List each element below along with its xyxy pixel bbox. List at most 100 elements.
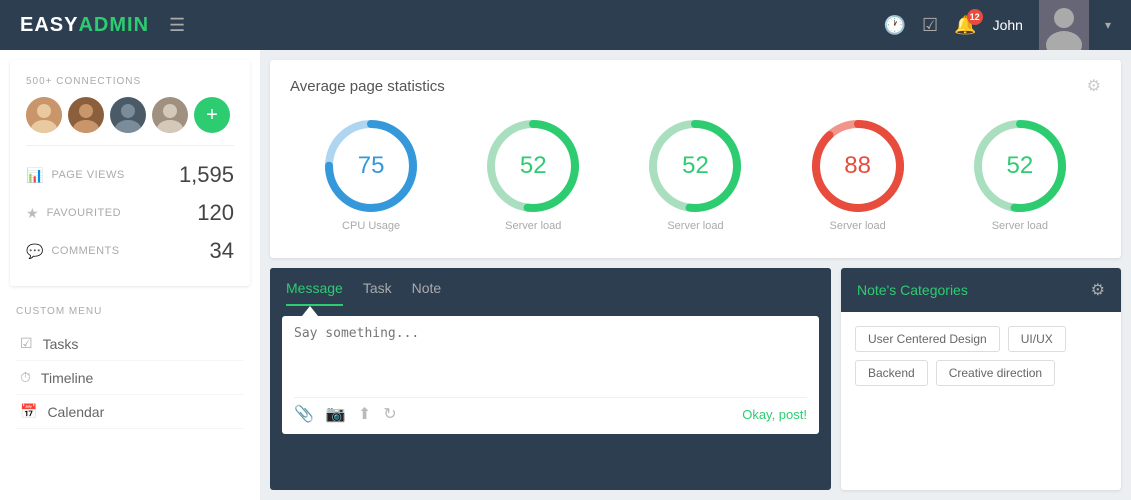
notes-gear-icon[interactable]: ⚙ [1091,280,1105,300]
favourited-value: 120 [197,200,234,226]
message-body: 📎 📷 ⬆ ↻ Okay, post! [270,306,831,446]
header-right: 🕐 ☑ 🔔 12 John ▾ [884,0,1111,50]
donut-label-4: Server load [992,220,1048,232]
avatar-3[interactable] [110,97,146,133]
calendar-menu-icon: 📅 [20,403,37,420]
calendar-menu-label: Calendar [47,404,104,420]
comment-icon: 💬 [26,243,43,260]
donut-label-1: Server load [505,220,561,232]
notification-badge: 12 [967,9,983,25]
donut-container-1: 52 [483,116,583,216]
tab-note[interactable]: Note [412,280,442,306]
notes-title: Note's Categories [857,282,968,298]
content-area: Average page statistics ⚙ 75 CPU Usage [260,50,1131,500]
donut-container-0: 75 [321,116,421,216]
stats-card: Average page statistics ⚙ 75 CPU Usage [270,60,1121,258]
donut-value-3: 88 [844,152,871,179]
dropdown-chevron[interactable]: ▾ [1105,18,1111,32]
note-tag-1[interactable]: UI/UX [1008,326,1066,352]
sidebar-item-tasks[interactable]: ☑ Tasks [16,327,244,361]
message-arrow [302,306,318,316]
message-card: Message Task Note 📎 📷 ⬆ ↻ [270,268,831,490]
refresh-icon[interactable]: ↻ [383,404,396,424]
tasks-menu-label: Tasks [43,336,79,352]
donut-container-2: 52 [645,116,745,216]
logo-easy: EASY [20,14,78,37]
bottom-row: Message Task Note 📎 📷 ⬆ ↻ [270,268,1121,490]
message-actions: 📎 📷 ⬆ ↻ Okay, post! [294,397,807,424]
donut-value-2: 52 [682,152,709,179]
message-tabs: Message Task Note [270,268,831,306]
donut-value-0: 75 [358,152,385,179]
username: John [993,17,1023,33]
chart-item-2: 52 Server load [645,116,745,232]
tasks-icon[interactable]: ☑ [922,15,938,36]
tab-task[interactable]: Task [363,280,392,306]
notifications-icon[interactable]: 🔔 12 [954,15,976,36]
donut-label-2: Server load [667,220,723,232]
favourited-label: FAVOURITED [47,207,121,219]
connections-label: 500+ CONNECTIONS [26,76,234,87]
history-icon[interactable]: 🕐 [884,15,906,36]
avatar-4[interactable] [152,97,188,133]
notes-body: User Centered Design UI/UX Backend Creative… [841,312,1121,400]
timeline-menu-icon: ⏱ [20,369,31,386]
donut-center-3: 88 [844,154,871,178]
note-tag-2[interactable]: Backend [855,360,928,386]
note-tag-0[interactable]: User Centered Design [855,326,1000,352]
comments-value: 34 [210,238,234,264]
page-views-stat: 📊 PAGE VIEWS 1,595 [26,156,234,194]
message-action-icons: 📎 📷 ⬆ ↻ [294,404,397,424]
note-tag-3[interactable]: Creative direction [936,360,1055,386]
avatar-1[interactable] [26,97,62,133]
camera-icon[interactable]: 📷 [326,404,346,424]
post-button[interactable]: Okay, post! [742,407,807,422]
attachment-icon[interactable]: 📎 [294,404,314,424]
page-views-value: 1,595 [179,162,234,188]
donut-value-1: 52 [520,152,547,179]
message-input[interactable] [294,326,807,386]
comments-stat: 💬 COMMENTS 34 [26,232,234,270]
donut-label-3: Server load [830,220,886,232]
donut-container-4: 52 [970,116,1070,216]
notes-card: Note's Categories ⚙ User Centered Design… [841,268,1121,490]
star-icon: ★ [26,205,39,222]
main-layout: 500+ CONNECTIONS + 📊 [0,50,1131,500]
user-avatar[interactable] [1039,0,1089,50]
hamburger-menu[interactable]: ☰ [169,15,185,36]
chart-item-4: 52 Server load [970,116,1070,232]
avatar-2[interactable] [68,97,104,133]
stats-gear-icon[interactable]: ⚙ [1087,76,1101,96]
share-icon[interactable]: ⬆ [358,404,371,424]
charts-row: 75 CPU Usage 52 Server load [290,106,1101,242]
bar-chart-icon: 📊 [26,167,43,184]
timeline-menu-label: Timeline [41,370,93,386]
avatar-row: + [26,97,234,133]
logo: EASYADMIN [20,14,149,37]
donut-container-3: 88 [808,116,908,216]
chart-item-1: 52 Server load [483,116,583,232]
page-views-label: PAGE VIEWS [51,169,124,181]
chart-item-3: 88 Server load [808,116,908,232]
comments-label: COMMENTS [51,245,119,257]
logo-admin: ADMIN [78,14,149,37]
stats-card-header: Average page statistics ⚙ [290,76,1101,96]
stats-section: 📊 PAGE VIEWS 1,595 ★ FAVOURITED 120 💬 [26,145,234,270]
sidebar-item-timeline[interactable]: ⏱ Timeline [16,361,244,395]
add-connection-button[interactable]: + [194,97,230,133]
header: EASYADMIN ☰ 🕐 ☑ 🔔 12 John ▾ [0,0,1131,50]
donut-value-4: 52 [1006,152,1033,179]
sidebar: 500+ CONNECTIONS + 📊 [0,50,260,500]
donut-center-2: 52 [682,154,709,178]
donut-center-1: 52 [520,154,547,178]
sidebar-item-calendar[interactable]: 📅 Calendar [16,395,244,429]
custom-menu-label: CUSTOM MENU [16,306,244,317]
notes-header: Note's Categories ⚙ [841,268,1121,312]
tab-message[interactable]: Message [286,280,343,306]
donut-center-4: 52 [1006,154,1033,178]
stats-card-title: Average page statistics [290,78,445,95]
connections-card: 500+ CONNECTIONS + 📊 [10,60,250,286]
custom-menu-section: CUSTOM MENU ☑ Tasks ⏱ Timeline 📅 Calenda… [0,296,260,439]
tasks-menu-icon: ☑ [20,335,33,352]
favourited-stat: ★ FAVOURITED 120 [26,194,234,232]
